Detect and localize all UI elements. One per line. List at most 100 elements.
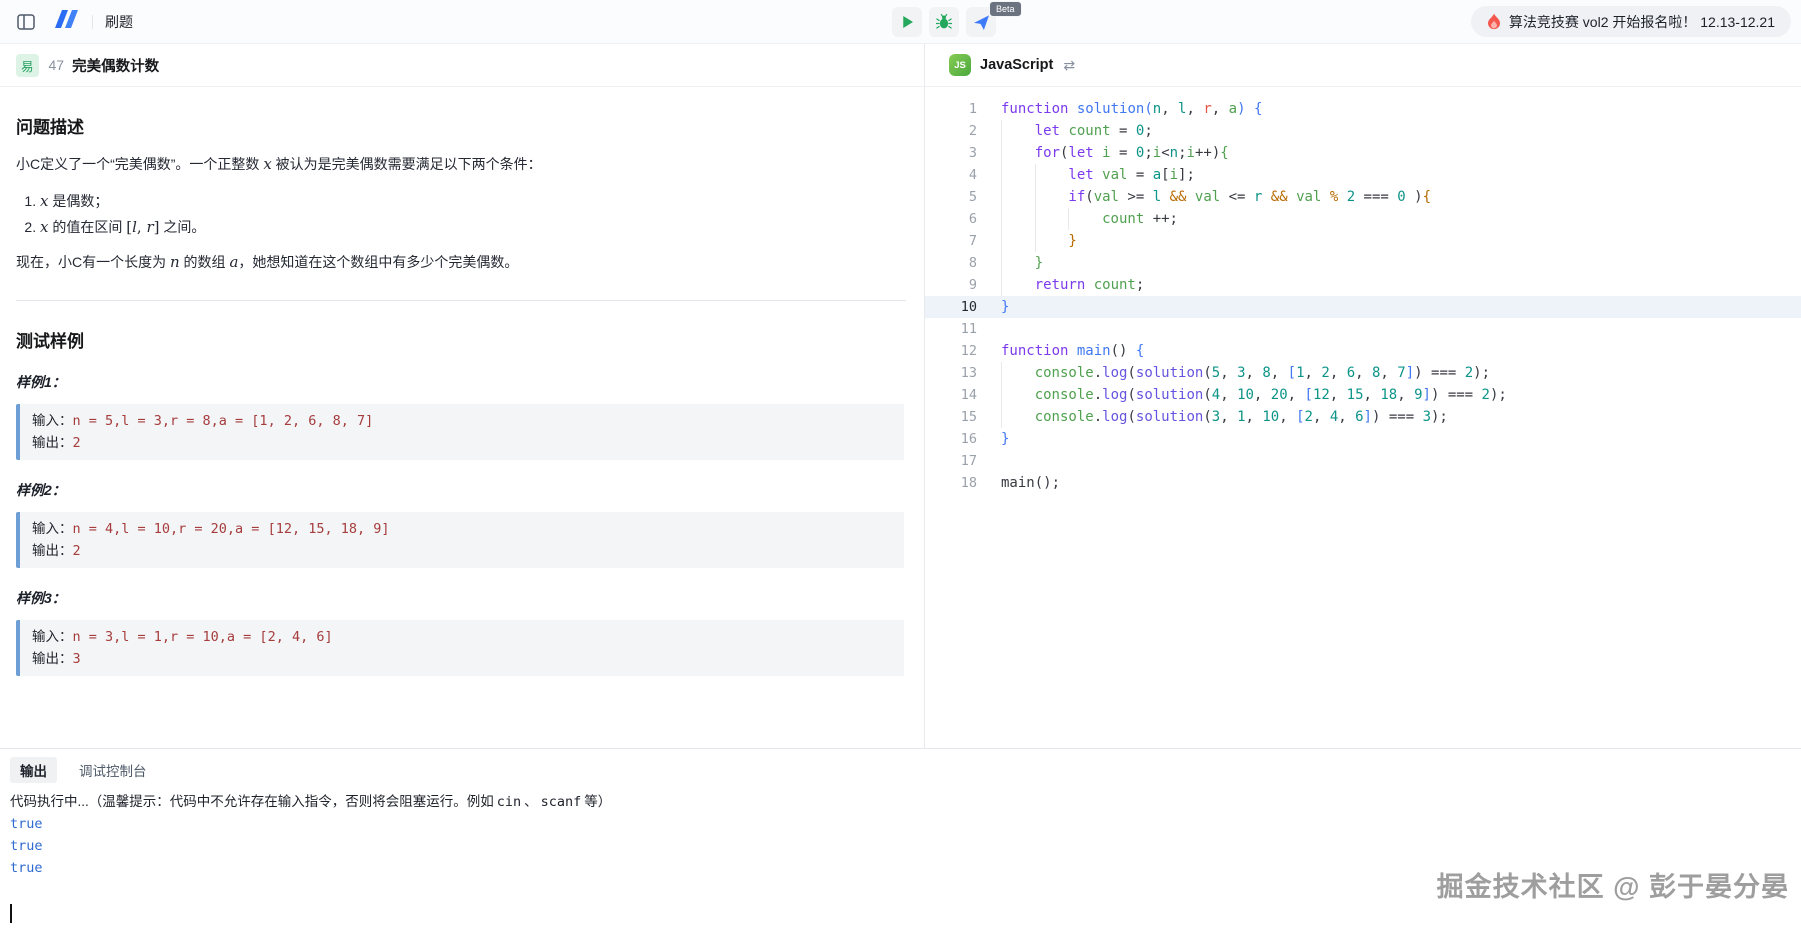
debug-button[interactable] [929,7,959,37]
console-tab-输出[interactable]: 输出 [10,757,57,783]
code-token [1068,101,1076,117]
indent-guide [1001,164,1035,186]
contest-banner[interactable]: 算法竞技赛 vol2 开始报名啦！ 12.13-12.21 [1471,6,1791,37]
paper-plane-icon [972,13,991,32]
code-token [1246,101,1254,117]
code-line[interactable]: 17 [925,450,1801,472]
code-token: 1 [1237,409,1245,425]
code-line[interactable]: 2 let count = 0; [925,120,1801,142]
code-token: 6 [1355,409,1363,425]
code-line[interactable]: 5 if(val >= l && val <= r && val % 2 ===… [925,186,1801,208]
code-line[interactable]: 12function main() { [925,340,1801,362]
code-line[interactable]: 16} [925,428,1801,450]
code-line[interactable]: 1function solution(n, l, r, a) { [925,98,1801,120]
code-token: log [1102,365,1127,381]
editor-header: JS JavaScript ⇄ [925,44,1801,87]
code-line[interactable]: 7 } [925,230,1801,252]
code-token: , [1380,365,1397,381]
indent-guide [1035,186,1069,208]
line-number: 9 [925,274,1001,296]
code-token: [ [1305,387,1313,403]
code-line[interactable]: 8 } [925,252,1801,274]
indent-guide [1001,252,1035,274]
code-token: ( [1127,365,1135,381]
code-token: count [1094,277,1136,293]
output-row: 输出：3 [32,648,892,670]
code-token: <= [1220,189,1254,205]
code-token: solution [1136,387,1203,403]
sidebar-toggle-button[interactable] [12,8,40,36]
code-token: % [1330,189,1338,205]
output-value: 2 [73,543,81,559]
code-token: let [1035,123,1060,139]
code-text [1001,450,1801,472]
text-cursor [10,904,12,923]
sample-label: 样例1： [16,372,906,392]
code-token: console [1035,365,1094,381]
watermark: 掘金技术社区 @ 彭于晏分晏 [1437,865,1789,904]
run-button[interactable] [892,7,922,37]
code-line[interactable]: 14 console.log(solution(4, 10, 20, [12, … [925,384,1801,406]
code-line[interactable]: 4 let val = a[i]; [925,164,1801,186]
code-token: main(); [1001,475,1060,491]
panel-left-icon [17,14,35,30]
code-token: , [1212,101,1229,117]
code-text: return count; [1001,274,1801,296]
code-token: ; [1178,145,1186,161]
flame-icon [1487,13,1501,30]
code-line[interactable]: 13 console.log(solution(5, 3, 8, [1, 2, … [925,362,1801,384]
code-line[interactable]: 18main(); [925,472,1801,494]
problem-header: 易 47 完美偶数计数 [0,44,924,87]
problem-content: 问题描述 小C定义了一个“完美偶数”。一个正整数 x 被认为是完美偶数需要满足以… [0,87,924,748]
text-run: 、 [524,794,538,809]
indent-guide [1035,208,1069,230]
code-token: ] [1423,387,1431,403]
code-token: , [1330,387,1347,403]
code-editor[interactable]: 1function solution(n, l, r, a) {2 let co… [925,87,1801,748]
sample-block: 输入：n = 3,l = 1,r = 10,a = [2, 4, 6]输出：3 [16,620,904,676]
main-split: 易 47 完美偶数计数 问题描述 小C定义了一个“完美偶数”。一个正整数 x 被… [0,44,1801,748]
console-tab-调试控制台[interactable]: 调试控制台 [77,757,149,783]
code-token: [ [1161,167,1169,183]
code-token: ] [1406,365,1414,381]
code-line[interactable]: 9 return count; [925,274,1801,296]
line-number: 13 [925,362,1001,384]
indent-guide [1001,362,1035,384]
code-text: if(val >= l && val <= r && val % 2 === 0… [1001,186,1801,208]
line-number: 12 [925,340,1001,362]
description-heading: 问题描述 [16,113,906,138]
switch-language-button[interactable]: ⇄ [1063,57,1075,74]
code-token: 10 [1262,409,1279,425]
output-row: 输出：2 [32,432,892,454]
line-number: 11 [925,318,1001,340]
code-line[interactable]: 11 [925,318,1801,340]
code-token: , [1313,409,1330,425]
code-token: , [1397,387,1414,403]
indent-guide [1001,230,1035,252]
code-text: let val = a[i]; [1001,164,1801,186]
marscode-logo[interactable] [54,8,80,35]
problem-title: 完美偶数计数 [72,55,159,76]
code-token: 12 [1313,387,1330,403]
indent-guide [1001,186,1035,208]
code-token: i [1102,145,1110,161]
code-token: 4 [1212,387,1220,403]
input-label: 输入： [32,629,73,644]
problem-number: 47 [49,57,65,73]
app-label: 刷题 [105,12,133,32]
code-token: 2 [1465,365,1473,381]
code-token: , [1288,387,1305,403]
code-line[interactable]: 3 for(let i = 0;i<n;i++){ [925,142,1801,164]
code-token: ) === [1431,387,1482,403]
line-number: 16 [925,428,1001,450]
code-line[interactable]: 15 console.log(solution(3, 1, 10, [2, 4,… [925,406,1801,428]
line-number: 3 [925,142,1001,164]
code-line[interactable]: 6 count ++; [925,208,1801,230]
code-token: . [1094,365,1102,381]
code-token: . [1094,387,1102,403]
sample-block: 输入：n = 5,l = 3,r = 8,a = [1, 2, 6, 8, 7]… [16,404,904,460]
text-run: x [263,155,271,173]
code-line[interactable]: 10} [925,296,1801,318]
code-text: } [1001,252,1801,274]
text-run: r [146,218,153,236]
